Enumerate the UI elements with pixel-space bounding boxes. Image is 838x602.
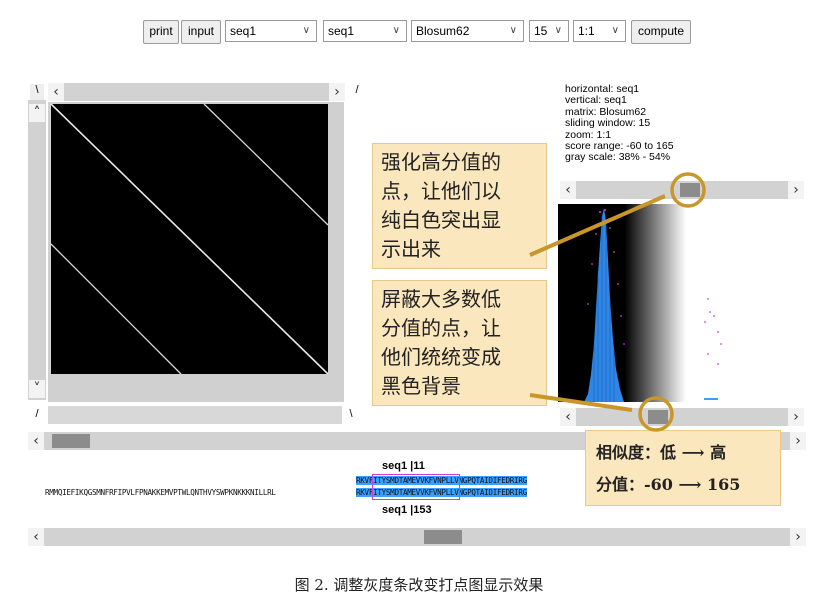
chevron-up-icon[interactable]: ˄ xyxy=(29,104,45,122)
histogram-svg xyxy=(558,204,722,402)
callout-mid-line: 分值的点，让 xyxy=(381,316,501,340)
vertical-sequence-select[interactable]: seq1 ∨ xyxy=(323,20,407,42)
alignment-bottom-pos: 153 xyxy=(413,504,432,516)
legend-score: 分值：-60 ⟶ 165 xyxy=(596,475,741,494)
bottom-plot-scrollbar[interactable] xyxy=(48,406,342,424)
chevron-right-icon[interactable]: › xyxy=(790,528,806,546)
callout-legend: 相似度：低 ⟶ 高 分值：-60 ⟶ 165 xyxy=(585,430,781,506)
callout-top-line: 纯白色突出显 xyxy=(381,208,501,232)
corner-label-top-left: \ xyxy=(30,84,44,100)
compute-button[interactable]: compute xyxy=(631,20,691,44)
corner-label-top-right: / xyxy=(355,84,359,96)
corner-label-bottom-right: \ xyxy=(349,408,353,420)
legend-similarity: 相似度：低 ⟶ 高 xyxy=(596,443,727,462)
info-window: sliding window: 15 xyxy=(565,117,651,130)
callout-mask-low-scores: 屏蔽大多数低 分值的点，让 他们统统变成 黑色背景 xyxy=(372,280,547,406)
callout-mid-line: 黑色背景 xyxy=(381,374,461,398)
plot-info: horizontal: seq1 vertical: seq1 matrix: … xyxy=(565,83,674,164)
alignment-bottom-prefix: RMMQIEFIKQGSMNFRFIPVLFPNAKKEMVPTWLQNTHVY… xyxy=(45,488,276,497)
chevron-left-icon[interactable]: ‹ xyxy=(28,432,44,450)
matrix-value: Blosum62 xyxy=(416,24,470,38)
alignment-scrollbar[interactable]: ‹ › xyxy=(28,528,806,546)
gray-lower-slider[interactable]: ‹ › xyxy=(560,408,804,426)
dot-plot-svg xyxy=(50,103,329,375)
score-histogram xyxy=(558,204,758,404)
gray-upper-slider[interactable]: ‹ › xyxy=(560,181,804,199)
callout-top-line: 强化高分值的 xyxy=(381,150,501,174)
chevron-down-icon: ∨ xyxy=(302,25,310,36)
chevron-down-icon: ∨ xyxy=(509,25,517,36)
alignment-bottom-seq-name: seq1 xyxy=(382,504,408,516)
window-size-select[interactable]: 15 ∨ xyxy=(529,20,569,42)
scroll-thumb[interactable] xyxy=(424,530,462,544)
horizontal-sequence-select[interactable]: seq1 ∨ xyxy=(225,20,317,42)
chevron-left-icon[interactable]: ‹ xyxy=(48,83,64,101)
print-button[interactable]: print xyxy=(143,20,179,44)
chevron-right-icon[interactable]: › xyxy=(788,408,804,426)
alignment-bottom-label: seq1 |153 xyxy=(382,504,432,516)
chevron-left-icon[interactable]: ‹ xyxy=(560,181,576,199)
chevron-left-icon[interactable]: ‹ xyxy=(560,408,576,426)
horizontal-sequence-value: seq1 xyxy=(230,24,257,38)
input-button[interactable]: input xyxy=(181,20,221,44)
callout-mid-line: 屏蔽大多数低 xyxy=(381,287,501,311)
chevron-down-icon: ∨ xyxy=(554,25,562,36)
left-vertical-scrollbar[interactable]: ˄ ˅ xyxy=(28,100,46,400)
alignment-top-seq-name: seq1 xyxy=(382,460,408,472)
chevron-down-icon[interactable]: ˅ xyxy=(29,380,45,398)
chevron-right-icon[interactable]: › xyxy=(788,181,804,199)
window-size-value: 15 xyxy=(534,24,548,38)
callout-top-line: 点，让他们以 xyxy=(381,179,501,203)
callout-mid-line: 他们统统变成 xyxy=(381,345,501,369)
chevron-down-icon: ∨ xyxy=(392,25,400,36)
matrix-select[interactable]: Blosum62 ∨ xyxy=(411,20,524,42)
chevron-right-icon[interactable]: › xyxy=(790,432,806,450)
alignment-top-pos: 11 xyxy=(413,460,425,472)
chevron-right-icon[interactable]: › xyxy=(329,83,345,101)
top-horizontal-scrollbar[interactable]: ‹ › xyxy=(48,83,345,101)
lower-slider-thumb[interactable] xyxy=(648,410,668,424)
zoom-select[interactable]: 1:1 ∨ xyxy=(573,20,626,42)
alignment-top-label: seq1 |11 xyxy=(382,460,425,472)
scroll-thumb[interactable] xyxy=(68,85,323,99)
figure-caption: 图 2. 调整灰度条改变打点图显示效果 xyxy=(294,576,544,594)
dot-plot-canvas[interactable] xyxy=(48,102,344,402)
upper-slider-thumb[interactable] xyxy=(680,183,700,197)
callout-highlight-high-scores: 强化高分值的 点，让他们以 纯白色突出显 示出来 xyxy=(372,143,547,269)
vertical-sequence-value: seq1 xyxy=(328,24,355,38)
info-gray-scale: gray scale: 38% - 54% xyxy=(565,151,671,164)
chevron-down-icon: ∨ xyxy=(611,25,619,36)
alignment-window-highlight xyxy=(372,474,460,500)
zoom-value: 1:1 xyxy=(578,24,595,38)
chevron-left-icon[interactable]: ‹ xyxy=(28,528,44,546)
corner-label-bottom-left: / xyxy=(35,408,39,420)
scroll-thumb[interactable] xyxy=(52,434,90,448)
callout-top-line: 示出来 xyxy=(381,237,441,261)
